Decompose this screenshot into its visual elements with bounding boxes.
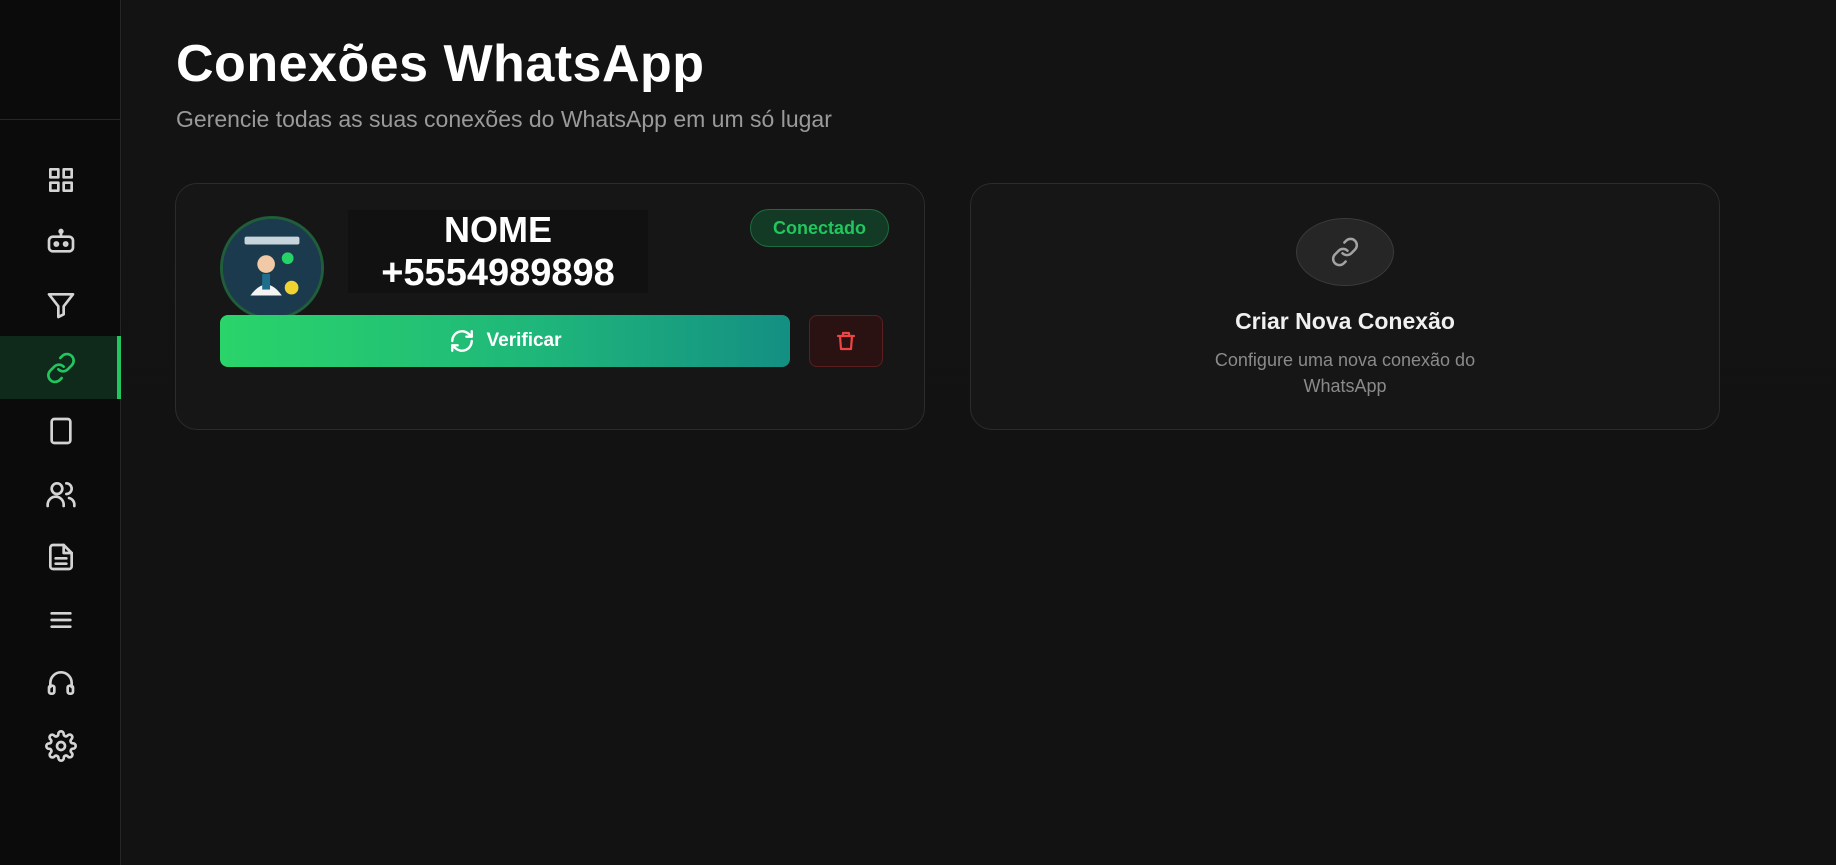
sidebar-item-contacts[interactable] [0, 462, 121, 525]
status-badge: Conectado [749, 209, 889, 247]
trash-icon [836, 331, 856, 351]
menu-icon [49, 611, 72, 628]
connection-phone: +5554989898 [381, 251, 615, 294]
verify-button[interactable]: Verificar [220, 315, 790, 367]
sidebar-item-documents[interactable] [0, 525, 121, 588]
connection-card: NOME +5554989898 Conectado Verificar [175, 183, 925, 430]
new-connection-title: Criar Nova Conexão [1235, 308, 1455, 334]
new-connection-description: Configure uma nova conexão do WhatsApp [1214, 350, 1476, 396]
sidebar-item-connections[interactable] [0, 336, 121, 399]
sidebar-item-bots[interactable] [0, 210, 121, 273]
new-connection-icon-wrap [1296, 218, 1394, 286]
delete-button[interactable] [809, 315, 883, 367]
sidebar-item-settings[interactable] [0, 714, 121, 777]
bot-icon [47, 228, 74, 253]
link-icon [46, 352, 75, 383]
headset-icon [47, 670, 74, 695]
link-icon [1331, 237, 1359, 267]
sidebar-item-support[interactable] [0, 651, 121, 714]
document-icon [48, 543, 73, 570]
sidebar-item-list[interactable] [0, 588, 121, 651]
sidebar-logo-area [0, 0, 120, 120]
refresh-icon [450, 330, 473, 352]
page-title: Conexões WhatsApp [176, 35, 705, 93]
new-connection-card[interactable]: Criar Nova Conexão Configure uma nova co… [970, 183, 1720, 430]
grid-icon [48, 167, 73, 192]
avatar-image [223, 219, 321, 317]
users-icon [45, 481, 76, 507]
page-subtitle: Gerencie todas as suas conexões do Whats… [176, 106, 832, 132]
main-content: Conexões WhatsApp Gerencie todas as suas… [122, 0, 1836, 865]
gear-icon [44, 729, 77, 762]
sidebar [0, 0, 121, 865]
connection-name: NOME [444, 208, 552, 250]
sidebar-item-funnel[interactable] [0, 273, 121, 336]
filter-icon [47, 292, 74, 318]
sidebar-item-pages[interactable] [0, 399, 121, 462]
verify-label: Verificar [486, 330, 562, 351]
square-icon [49, 417, 72, 444]
avatar [220, 216, 324, 320]
sidebar-item-dashboard[interactable] [0, 148, 121, 211]
connection-info: NOME +5554989898 [348, 208, 648, 294]
